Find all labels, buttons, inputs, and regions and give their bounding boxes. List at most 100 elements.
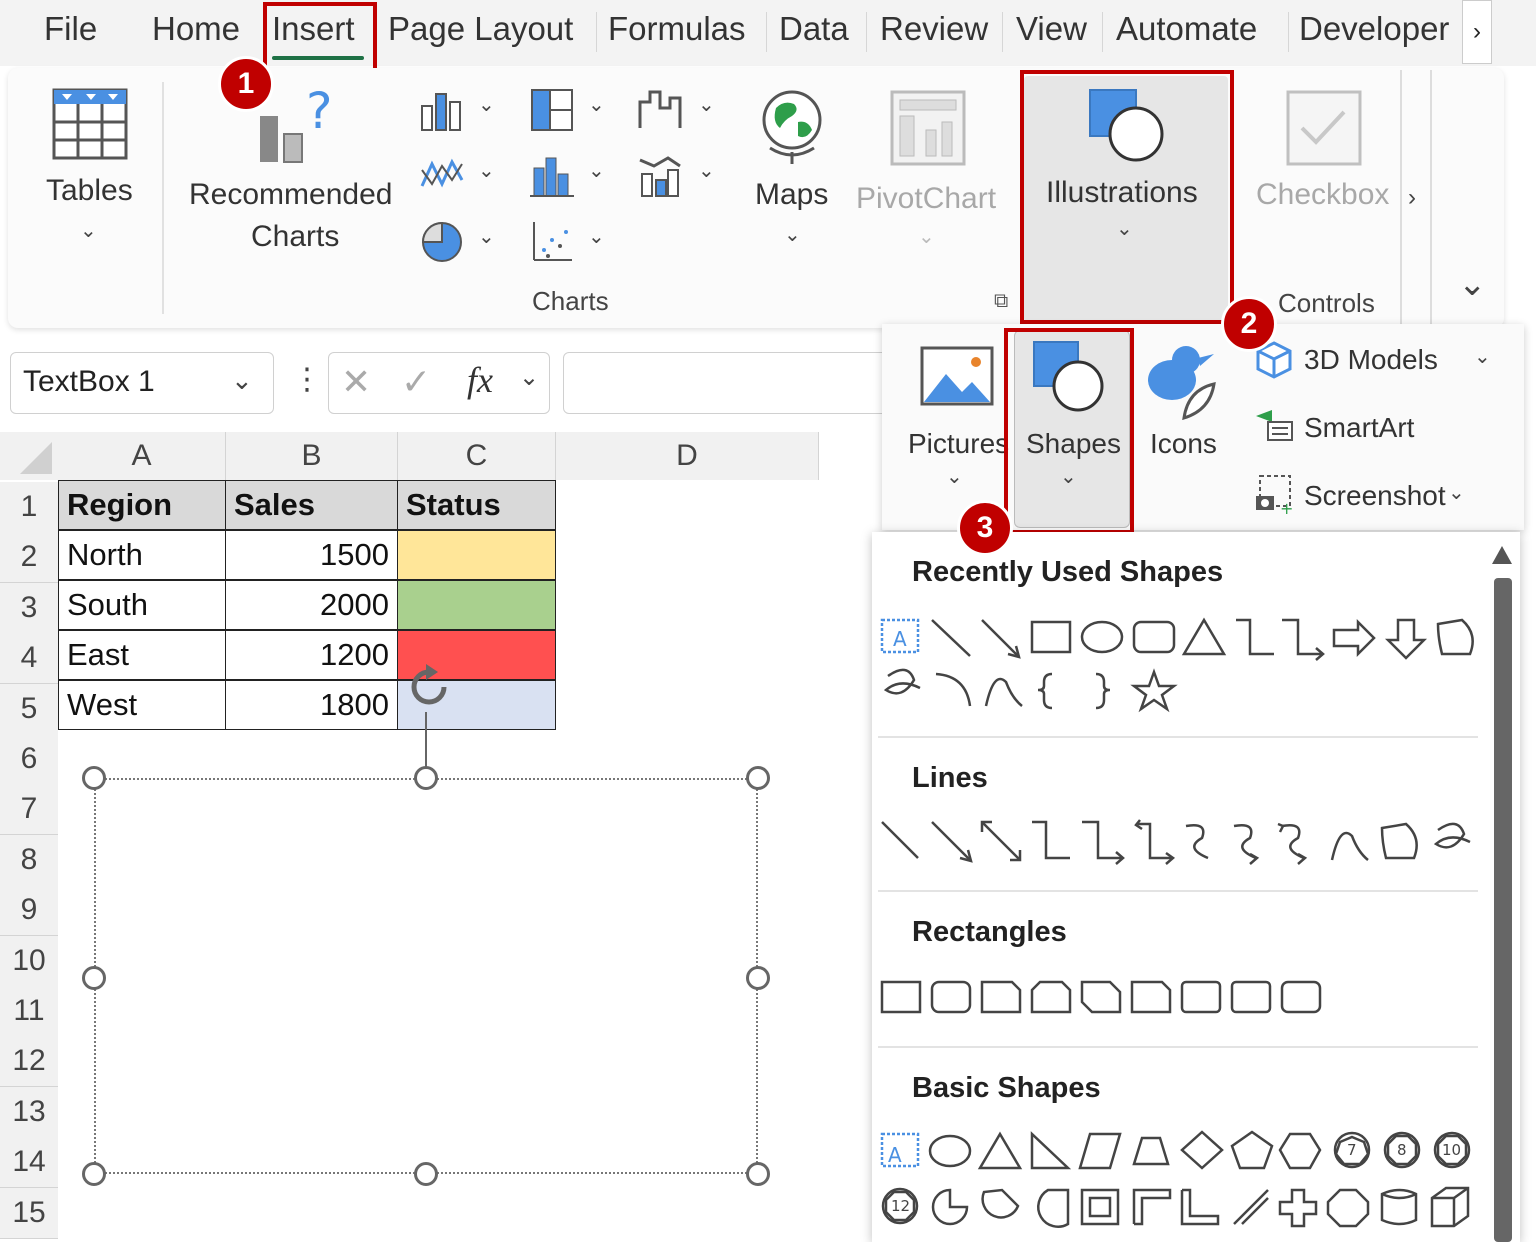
checkbox-icon[interactable] [1286,90,1362,166]
cell-region[interactable]: West [58,680,226,730]
rotate-handle-icon[interactable] [404,662,454,712]
chevron-down-icon[interactable]: ⌄ [588,158,605,183]
tables-label[interactable]: Tables [46,174,133,208]
chevron-down-icon[interactable]: ⌄ [698,158,715,183]
tab-overflow-button[interactable]: › [1462,0,1492,64]
globe-icon[interactable] [756,86,828,168]
chevron-down-icon[interactable]: ⌄ [478,224,495,249]
tab-view[interactable]: View [1016,10,1087,48]
row-header[interactable]: 10 [0,935,58,987]
dialog-launcher-icon[interactable]: ⧉ [994,290,1008,313]
recommended-charts-label-2[interactable]: Charts [251,220,339,254]
pictures-button[interactable]: Pictures [908,428,1009,460]
insert-function-button[interactable]: fx [467,359,493,401]
chevron-down-icon[interactable]: ⌄ [478,158,495,183]
maps-label[interactable]: Maps [755,178,828,212]
cell-sales[interactable]: 1500 [225,530,398,580]
cell-status[interactable] [397,530,556,580]
select-all-corner[interactable] [0,432,58,480]
lines-shapes-row[interactable] [878,818,1478,868]
column-header-c[interactable]: C [398,432,556,480]
row-header[interactable]: 1 [0,482,58,533]
resize-handle-right[interactable] [746,966,770,990]
textbox-1[interactable] [94,778,758,1174]
tab-home[interactable]: Home [152,10,240,48]
chevron-down-icon[interactable]: ⌄ [519,363,539,392]
resize-handle-bottom-right[interactable] [746,1162,770,1186]
row-header[interactable]: 2 [0,532,58,584]
tab-developer[interactable]: Developer [1299,10,1449,48]
cell-status[interactable] [397,580,556,630]
cell-region[interactable]: East [58,630,226,680]
row-header[interactable]: 15 [0,1187,58,1239]
screenshot-button[interactable]: Screenshot [1304,480,1446,512]
table-icon[interactable] [52,86,128,162]
row-header[interactable]: 14 [0,1137,58,1189]
checkbox-label[interactable]: Checkbox [1256,178,1389,212]
smartart-button[interactable]: SmartArt [1304,412,1414,444]
gallery-scrollbar[interactable] [1490,542,1514,1242]
formula-input[interactable] [563,352,895,414]
scrollbar-thumb[interactable] [1494,578,1512,1242]
collapse-ribbon-icon[interactable]: ⌄ [1458,264,1487,304]
chevron-down-icon[interactable]: ⌄ [1474,344,1491,369]
line-chart-icon[interactable] [420,154,464,198]
row-header[interactable]: 8 [0,834,58,886]
more-options-icon[interactable]: ⋮ [292,362,322,397]
column-header-b[interactable]: B [226,432,398,480]
pivotchart-icon[interactable] [890,90,970,170]
enter-check-icon[interactable]: ✓ [401,361,431,403]
resize-handle-bottom-left[interactable] [82,1162,106,1186]
rectangles-shapes-row[interactable] [878,978,1478,1018]
row-header[interactable]: 3 [0,582,58,634]
row-header[interactable]: 12 [0,1036,58,1088]
column-chart-icon[interactable] [420,88,464,132]
icons-button[interactable]: Icons [1150,428,1217,460]
chevron-down-icon[interactable]: ⌄ [698,92,715,117]
chevron-down-icon[interactable]: ⌄ [588,92,605,117]
tab-page-layout[interactable]: Page Layout [388,10,573,48]
row-header[interactable]: 5 [0,683,58,735]
resize-handle-bottom[interactable] [414,1162,438,1186]
resize-handle-top[interactable] [414,766,438,790]
chevron-down-icon[interactable]: ⌄ [80,218,97,243]
cell-b1[interactable]: Sales [225,480,398,530]
row-header[interactable]: 9 [0,885,58,937]
scatter-chart-icon[interactable] [530,220,574,264]
basic-shapes-row[interactable]: A 7 8 10 12 [878,1130,1478,1242]
row-header[interactable]: 6 [0,734,58,785]
pie-chart-icon[interactable] [420,220,464,264]
chevron-down-icon[interactable]: ⌄ [1448,480,1465,505]
cancel-icon[interactable]: ✕ [341,361,371,403]
cell-sales[interactable]: 2000 [225,580,398,630]
row-header[interactable]: 4 [0,633,58,685]
resize-handle-left[interactable] [82,966,106,990]
cell-a1[interactable]: Region [58,480,226,530]
row-header[interactable]: 11 [0,986,58,1037]
resize-handle-top-left[interactable] [82,766,106,790]
tab-formulas[interactable]: Formulas [608,10,746,48]
pivotchart-label[interactable]: PivotChart [856,182,996,216]
waterfall-chart-icon[interactable] [638,88,682,132]
cell-sales[interactable]: 1200 [225,630,398,680]
chevron-down-icon[interactable]: ⌄ [588,224,605,249]
chevron-down-icon[interactable]: ⌄ [946,464,963,489]
chevron-down-icon[interactable]: ⌄ [231,365,253,396]
tab-data[interactable]: Data [779,10,849,48]
resize-handle-top-right[interactable] [746,766,770,790]
3d-models-button[interactable]: 3D Models [1304,344,1438,376]
column-header-a[interactable]: A [58,432,226,480]
recommended-charts-label-1[interactable]: Recommended [189,178,392,212]
statistic-chart-icon[interactable] [530,154,574,198]
combo-chart-icon[interactable] [638,154,682,198]
row-header[interactable]: 13 [0,1086,58,1138]
chevron-down-icon[interactable]: ⌄ [784,222,801,247]
hierarchy-chart-icon[interactable] [530,88,574,132]
chevron-down-icon[interactable]: ⌄ [478,92,495,117]
tab-automate[interactable]: Automate [1116,10,1257,48]
cell-region[interactable]: South [58,580,226,630]
recently-used-shapes-row[interactable]: A [878,614,1478,714]
column-header-d[interactable]: D [556,432,819,480]
tab-review[interactable]: Review [880,10,988,48]
chevron-down-icon[interactable]: ⌄ [918,224,935,249]
